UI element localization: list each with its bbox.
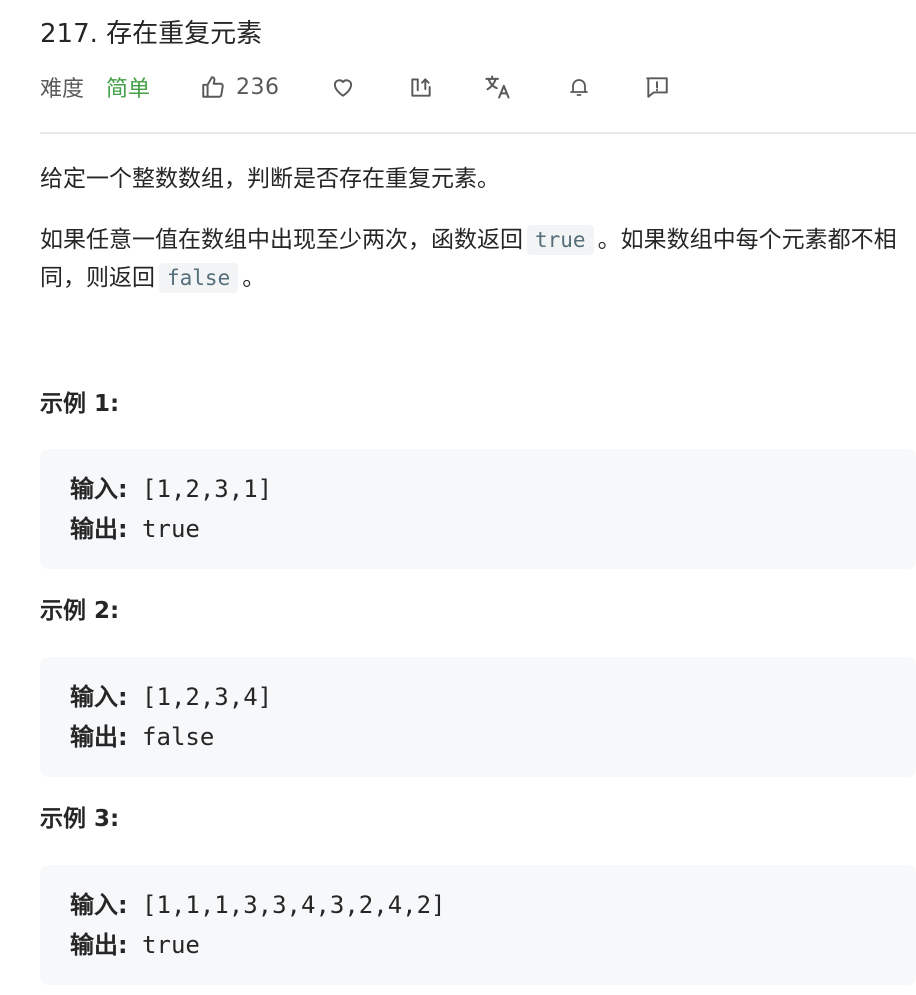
difficulty-badge: 简单 [106,77,151,102]
example-1-code-block: 输入: [1,2,3,1] 输出: true [40,449,916,569]
input-value: [1,2,3,4] [127,683,273,711]
notification-button[interactable] [567,67,591,107]
translate-icon [484,73,512,101]
favorite-button[interactable] [330,67,356,107]
input-value: [1,2,3,1] [127,475,273,503]
example-output-line: 输出: false [70,717,886,757]
like-button[interactable]: 236 [200,67,280,107]
example-2-title: 示例 2: [40,598,120,624]
output-value: false [127,723,215,751]
example-input-line: 输入: [1,2,3,1] [70,469,886,509]
example-3-code-block: 输入: [1,1,1,3,3,4,3,2,4,2] 输出: true [40,865,916,985]
thumbs-up-icon [200,74,226,100]
example-2-code-block: 输入: [1,2,3,4] 输出: false [40,657,916,777]
example-input-line: 输入: [1,2,3,4] [70,677,886,717]
description-paragraph-1: 给定一个整数数组，判断是否存在重复元素。 [40,166,500,192]
example-output-line: 输出: true [70,925,886,965]
inline-code-false: false [159,263,239,293]
share-icon [408,74,434,100]
share-button[interactable] [408,67,434,107]
output-label: 输出: [70,931,128,959]
output-value: true [127,931,200,959]
description-text: 。 [242,265,266,291]
problem-meta-bar: 难度 简单 236 [40,66,670,108]
problem-title: 217. 存在重复元素 [40,19,263,49]
example-input-line: 输入: [1,1,1,3,3,4,3,2,4,2] [70,885,886,925]
output-label: 输出: [70,515,128,543]
bell-icon [567,75,591,99]
description-paragraph-2: 如果任意一值在数组中出现至少两次，函数返回 true 。如果数组中每个元素都不相同，… [40,221,916,297]
input-label: 输入: [70,683,128,711]
output-value: true [127,515,200,543]
example-output-line: 输出: true [70,509,886,549]
heart-icon [330,74,356,100]
input-label: 输入: [70,891,128,919]
translate-button[interactable] [484,67,512,107]
output-label: 输出: [70,723,128,751]
like-count: 236 [236,74,280,100]
example-1-title: 示例 1: [40,391,120,417]
feedback-icon [644,74,670,100]
input-label: 输入: [70,475,128,503]
feedback-button[interactable] [644,67,670,107]
inline-code-true: true [527,225,594,255]
example-3-title: 示例 3: [40,806,120,832]
difficulty-label: 难度 [40,77,85,102]
input-value: [1,1,1,3,3,4,3,2,4,2] [127,891,446,919]
description-text: 如果任意一值在数组中出现至少两次，函数返回 [40,227,523,253]
header-divider [40,132,916,134]
